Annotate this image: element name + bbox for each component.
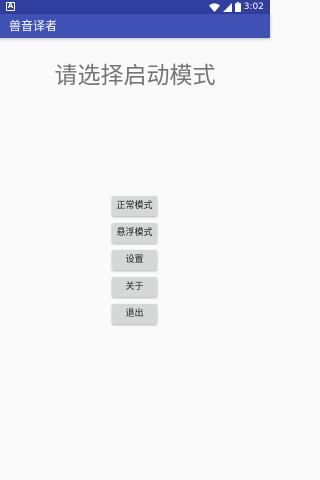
page-heading: 请选择启动模式 [54,63,216,89]
normal-mode-button[interactable]: 正常模式 [112,196,157,216]
settings-button[interactable]: 设置 [112,250,157,270]
signal-icon [222,2,232,12]
app-bar: 兽音译者 [0,14,270,38]
wifi-icon [208,2,220,12]
status-icons: 3:02 [208,0,264,14]
status-bar: A 3:02 [0,0,270,14]
battery-icon [234,2,241,12]
notification-glyph: A [7,2,14,10]
about-button[interactable]: 关于 [112,277,157,297]
status-time: 3:02 [243,2,264,12]
app-title: 兽音译者 [9,19,58,33]
exit-button[interactable]: 退出 [112,304,157,324]
floating-mode-button[interactable]: 悬浮模式 [112,223,157,243]
a-square-icon: A [6,2,15,11]
